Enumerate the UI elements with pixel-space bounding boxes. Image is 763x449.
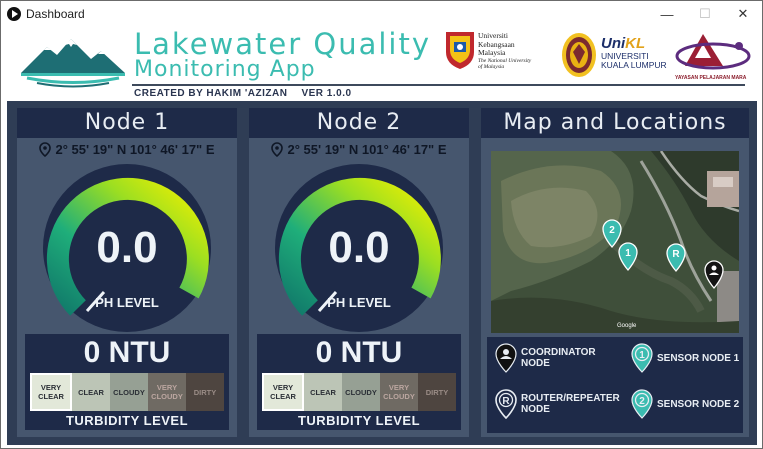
svg-text:R: R [502, 396, 510, 407]
satellite-map[interactable]: Google 2 1 R [491, 151, 739, 333]
turbidity-cloudy: CLOUDY [110, 373, 148, 411]
app-title-line2: Monitoring App [134, 57, 316, 82]
turbidity-clear: CLEAR [72, 373, 110, 411]
node-2-ph-label: PH LEVEL [327, 295, 391, 310]
location-pin-icon [271, 141, 284, 157]
node-2-panel: Node 2 2° 55' 19" N 101° 46' 17" E 0.0 P… [249, 108, 469, 437]
author-credit: CREATED BY HAKIM 'AZIZAN [134, 88, 288, 99]
node-1-turbidity-scale: VERY CLEAR CLEAR CLOUDY VERY CLOUDY DIRT… [30, 373, 224, 411]
node-1-ph-value: 0.0 [96, 223, 158, 272]
turbidity-very-clear: VERY CLEAR [30, 373, 72, 411]
node-1-ph-gauge: 0.0 PH LEVEL [38, 163, 216, 333]
maximize-button[interactable]: ☐ [686, 1, 724, 27]
turbidity-very-clear: VERY CLEAR [262, 373, 304, 411]
dashboard: Lakewater Quality Monitoring App CREATED… [7, 27, 757, 445]
unikl-logo: UniKL UNIVERSITI KUALA LUMPUR [601, 35, 667, 70]
node-2-ntu-value: 0 NTU [315, 336, 403, 369]
app-header: Lakewater Quality Monitoring App CREATED… [7, 27, 757, 101]
app-icon [7, 7, 21, 21]
upsi-crest-icon [562, 33, 596, 77]
node-1-coordinates: 2° 55' 19" N 101° 46' 17" E [55, 141, 215, 157]
minimize-button[interactable]: — [648, 1, 686, 27]
turbidity-dirty: DIRTY [418, 373, 456, 411]
node-2-location: 2° 55' 19" N 101° 46' 17" E [249, 138, 469, 160]
title-divider [132, 84, 745, 86]
svg-text:2: 2 [609, 225, 615, 236]
node-1-ntu-value: 0 NTU [83, 336, 171, 369]
legend-sensor-node-2: 2 SENSOR NODE 2 [631, 389, 739, 419]
map-panel: Map and Locations Google 2 1 R COORDINAT… [481, 108, 749, 437]
window-controls: — ☐ ✕ [648, 1, 762, 27]
turbidity-clear: CLEAR [304, 373, 342, 411]
node-2-turbidity-scale: VERY CLEAR CLEAR CLOUDY VERY CLOUDY DIRT… [262, 373, 456, 411]
node-2-turbidity-label: TURBIDITY LEVEL [297, 413, 421, 428]
turbidity-cloudy: CLOUDY [342, 373, 380, 411]
map-title: Map and Locations [481, 108, 749, 138]
turbidity-dirty: DIRTY [186, 373, 224, 411]
window-titlebar[interactable]: Dashboard — ☐ ✕ [1, 1, 762, 27]
ypm-emblem-icon [675, 34, 751, 70]
node-2-ph-gauge: 0.0 PH LEVEL [270, 163, 448, 333]
svg-text:2: 2 [639, 396, 645, 407]
router-icon: R [495, 389, 517, 419]
ypm-name: YAYASAN PELAJARAN MARA [675, 75, 747, 81]
node-1-ph-label: PH LEVEL [95, 295, 159, 310]
svg-text:R: R [672, 249, 680, 260]
turbidity-very-cloudy: VERY CLOUDY [380, 373, 418, 411]
legend-sensor-node-1: 1 SENSOR NODE 1 [631, 343, 739, 373]
version-label: VER 1.0.0 [301, 88, 352, 99]
svg-text:1: 1 [639, 350, 645, 361]
sensor-node-2-icon: 2 [631, 389, 653, 419]
coordinator-icon [495, 343, 517, 373]
node-1-turbidity-label: TURBIDITY LEVEL [65, 413, 189, 428]
window-title: Dashboard [26, 7, 85, 21]
ukm-name: Universiti Kebangsaan Malaysia The Natio… [478, 31, 532, 70]
location-pin-icon [39, 141, 52, 157]
sensor-node-1-icon: 1 [631, 343, 653, 373]
turbidity-very-cloudy: VERY CLOUDY [148, 373, 186, 411]
svg-text:1: 1 [625, 248, 631, 259]
close-button[interactable]: ✕ [724, 1, 762, 27]
credits-line: CREATED BY HAKIM 'AZIZAN VER 1.0.0 [134, 88, 352, 99]
node-2-coordinates: 2° 55' 19" N 101° 46' 17" E [287, 141, 447, 157]
node-2-ph-value: 0.0 [328, 223, 390, 272]
node-1-panel: Node 1 2° 55' 19" N 101° 46' 17" E 0.0 P… [17, 108, 237, 437]
app-window: Dashboard — ☐ ✕ Lakewater Quality Monito… [0, 0, 763, 449]
node-1-location: 2° 55' 19" N 101° 46' 17" E [17, 138, 237, 160]
mountain-lake-logo [21, 39, 125, 88]
ukm-crest-icon [446, 32, 474, 69]
node-1-turbidity: 0 NTU VERY CLEAR CLEAR CLOUDY VERY CLOUD… [25, 334, 229, 430]
legend-coordinator: COORDINATOR NODE [495, 343, 596, 373]
map-legend: COORDINATOR NODE 1 SENSOR NODE 1 R ROUTE… [487, 337, 743, 433]
ukm-logo: Universiti Kebangsaan Malaysia The Natio… [444, 30, 554, 78]
ypm-logo: YAYASAN PELAJARAN MARA [673, 28, 753, 84]
app-title-line1: Lakewater Quality [134, 27, 431, 61]
map-attribution: Google [617, 323, 637, 329]
node-2-title: Node 2 [249, 108, 469, 138]
node-1-title: Node 1 [17, 108, 237, 138]
node-2-turbidity: 0 NTU VERY CLEAR CLEAR CLOUDY VERY CLOUD… [257, 334, 461, 430]
legend-router: R ROUTER/REPEATER NODE [495, 389, 620, 419]
